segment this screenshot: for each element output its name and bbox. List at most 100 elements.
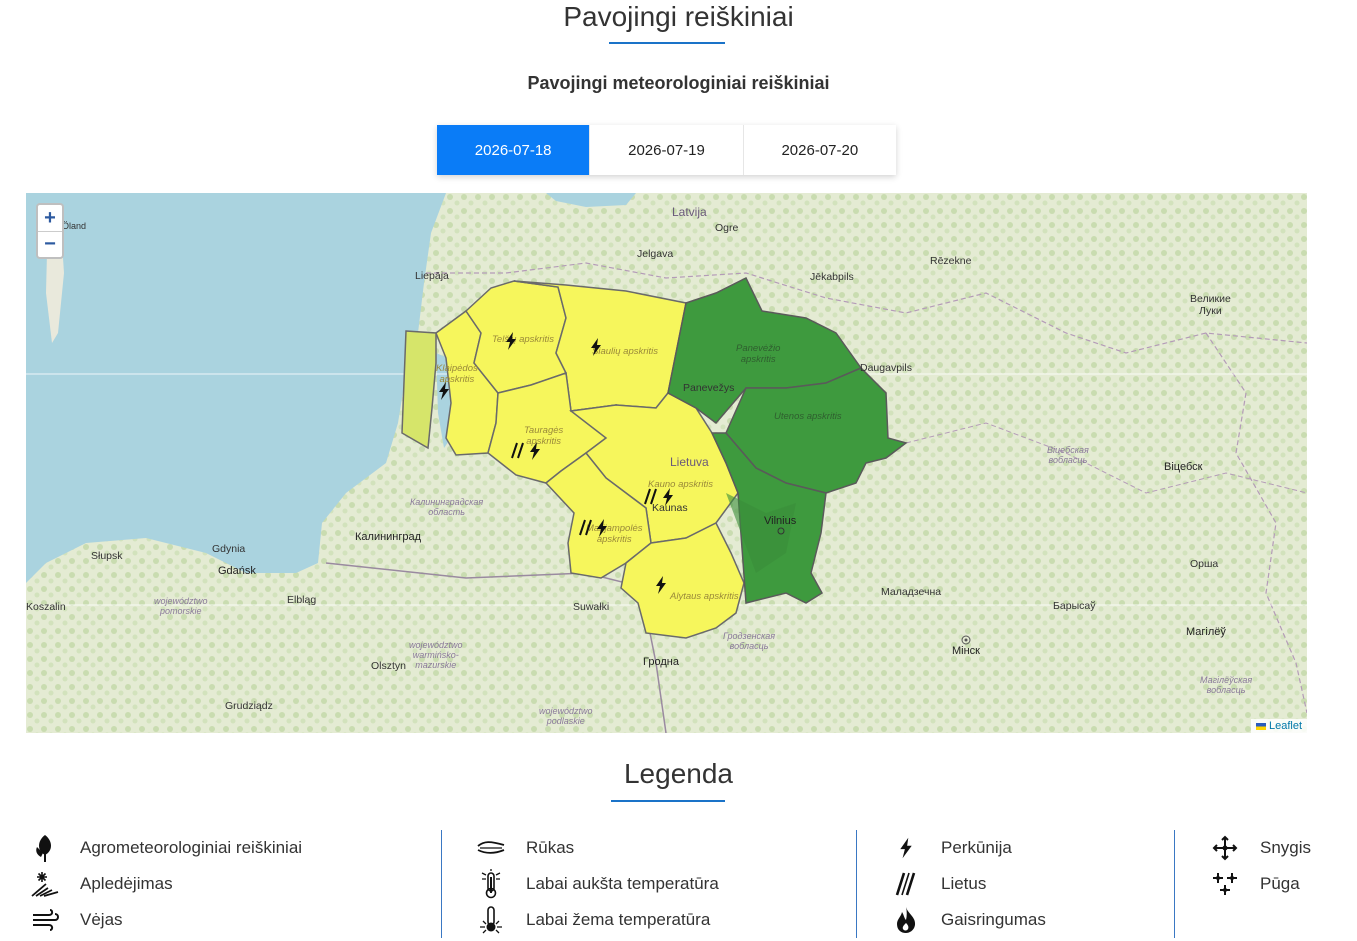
legend-label: Lietus [941, 874, 987, 893]
legend-label: Perkūnija [941, 838, 1012, 857]
lightning-icon[interactable] [661, 488, 675, 506]
date-tab-1[interactable]: 2026-07-18 [437, 125, 591, 175]
legend-label: Gaisringumas [941, 910, 1046, 929]
fire-icon [891, 905, 921, 935]
legend-item-agro: Agrometeorologiniai reiškiniai [30, 833, 302, 863]
label-grodno-obl: Гродзенская вобласць [723, 631, 776, 651]
wind-icon [30, 905, 60, 935]
zoom-out-button[interactable]: − [38, 231, 62, 257]
legend-label: Pūga [1260, 874, 1300, 893]
high-temperature-icon [476, 869, 506, 899]
label-kaliningrad: Калининград [355, 531, 422, 543]
legend-label: Snygis [1260, 838, 1312, 857]
label-gdansk: Gdańsk [218, 565, 256, 577]
label-rezekne: Rēzekne [930, 255, 972, 267]
rain-icon[interactable] [579, 519, 593, 537]
lightning-icon[interactable] [528, 442, 542, 460]
lightning-icon[interactable] [595, 519, 609, 537]
label-telsiu: Telšių apskritis [492, 334, 554, 345]
legend-label: Labai aukšta temperatūra [526, 874, 719, 893]
legend-item-fog: Rūkas [476, 833, 574, 863]
label-mahilyou-obl: Магілёўская вобласць [1200, 675, 1253, 695]
label-alytaus: Alytaus apskritis [670, 591, 739, 602]
label-jekabpils: Jēkabpils [810, 271, 854, 283]
legend-column-1: Agrometeorologiniai reiškiniai Apledėjim… [26, 830, 442, 938]
label-latvija: Latvija [672, 205, 707, 219]
legend-label: Apledėjimas [80, 874, 173, 893]
label-pomorskie: województwo pomorskie [154, 596, 208, 616]
legend-underline [611, 800, 725, 802]
label-grudziadz: Grudziądz [225, 700, 273, 712]
low-temperature-icon [476, 905, 506, 935]
label-liepaja: Liepāja [415, 270, 449, 282]
page-title: Pavojingi reiškiniai [563, 1, 794, 32]
legend-label: Labai žema temperatūra [526, 910, 711, 929]
lightning-icon[interactable] [654, 576, 668, 594]
date-tabs: 2026-07-18 2026-07-19 2026-07-20 [437, 125, 896, 175]
legend-column-4: Snygis Pūga [1175, 830, 1316, 938]
legend-item-low-temp: Labai žema temperatūra [476, 905, 710, 935]
blizzard-icon [1210, 869, 1240, 899]
legend: Agrometeorologiniai reiškiniai Apledėjim… [26, 830, 1316, 938]
label-ogre: Ogre [715, 222, 739, 234]
lightning-icon [891, 833, 921, 863]
legend-item-icing: Apledėjimas [30, 869, 173, 899]
rain-icon[interactable] [644, 488, 658, 506]
legend-label: Vėjas [80, 910, 123, 929]
label-gdynia: Gdynia [212, 543, 246, 555]
label-podlaskie: województwo podlaskie [539, 706, 593, 726]
fog-icon [476, 833, 506, 863]
label-minsk: Мінск [952, 645, 980, 657]
map-attribution[interactable]: Leaflet [1250, 719, 1307, 733]
label-maladzechna: Маладзечна [881, 586, 942, 598]
label-panevezio: Panevėžio apskritis [736, 343, 781, 365]
title-underline [609, 42, 725, 44]
zoom-in-button[interactable]: + [38, 205, 62, 231]
label-oland: Öland [62, 221, 87, 231]
label-warminsko: województwo warmińsko- mazurskie [409, 640, 463, 670]
label-grodna: Гродна [643, 656, 679, 668]
legend-item-snow: Snygis [1210, 833, 1311, 863]
label-suwalki: Suwałki [573, 601, 610, 613]
legend-item-thunder: Perkūnija [891, 833, 1012, 863]
legend-item-rain: Lietus [891, 869, 986, 899]
icing-icon [30, 869, 60, 899]
lightning-icon[interactable] [437, 382, 451, 400]
label-utenos: Utenos apskritis [774, 411, 842, 422]
zoom-control: + − [36, 203, 64, 259]
rain-icon[interactable] [511, 442, 525, 460]
label-jelgava: Jelgava [637, 248, 674, 260]
legend-label: Agrometeorologiniai reiškiniai [80, 838, 303, 857]
legend-item-fire: Gaisringumas [891, 905, 1046, 935]
legend-item-high-temp: Labai aukšta temperatūra [476, 869, 719, 899]
label-daugavpils: Daugavpils [860, 362, 912, 374]
legend-title: Legenda [623, 758, 733, 789]
label-barysau: Барысаў [1053, 600, 1096, 612]
map-base-layer [26, 193, 1307, 733]
label-velikie-luki: Великие Луки [1190, 293, 1231, 317]
label-mahilyou: Магілёў [1186, 626, 1226, 638]
label-vilnius: Vilnius [764, 515, 797, 527]
ukraine-flag-icon [1255, 722, 1266, 730]
legend-label: Rūkas [526, 838, 575, 857]
label-panevezys: Panevežys [683, 382, 735, 394]
label-olsztyn: Olsztyn [371, 660, 407, 672]
date-tab-3[interactable]: 2026-07-20 [744, 125, 896, 175]
label-vitebsk: Віцебск [1164, 461, 1203, 473]
rain-icon [891, 869, 921, 899]
label-orsha: Орша [1190, 558, 1219, 570]
legend-column-2: Rūkas Labai aukšta temperatūra Labai žem… [442, 830, 857, 938]
label-vitebsk-obl: Віцебская вобласць [1047, 445, 1089, 465]
leaf-icon [30, 833, 60, 863]
label-slupsk: Słupsk [91, 550, 123, 562]
attribution-link[interactable]: Leaflet [1269, 720, 1302, 732]
legend-item-wind: Vėjas [30, 905, 123, 935]
warning-map[interactable]: Latvija Lietuva Liepāja Jelgava Ogre Jēk… [26, 193, 1307, 733]
page-subtitle: Pavojingi meteorologiniai reiškiniai [527, 73, 830, 93]
lightning-icon[interactable] [504, 332, 518, 350]
lightning-icon[interactable] [589, 338, 603, 356]
date-tab-2[interactable]: 2026-07-19 [590, 125, 744, 175]
legend-column-3: Perkūnija Lietus Gaisringumas [857, 830, 1175, 938]
snowflake-icon [1210, 833, 1240, 863]
label-lietuva: Lietuva [670, 455, 709, 469]
